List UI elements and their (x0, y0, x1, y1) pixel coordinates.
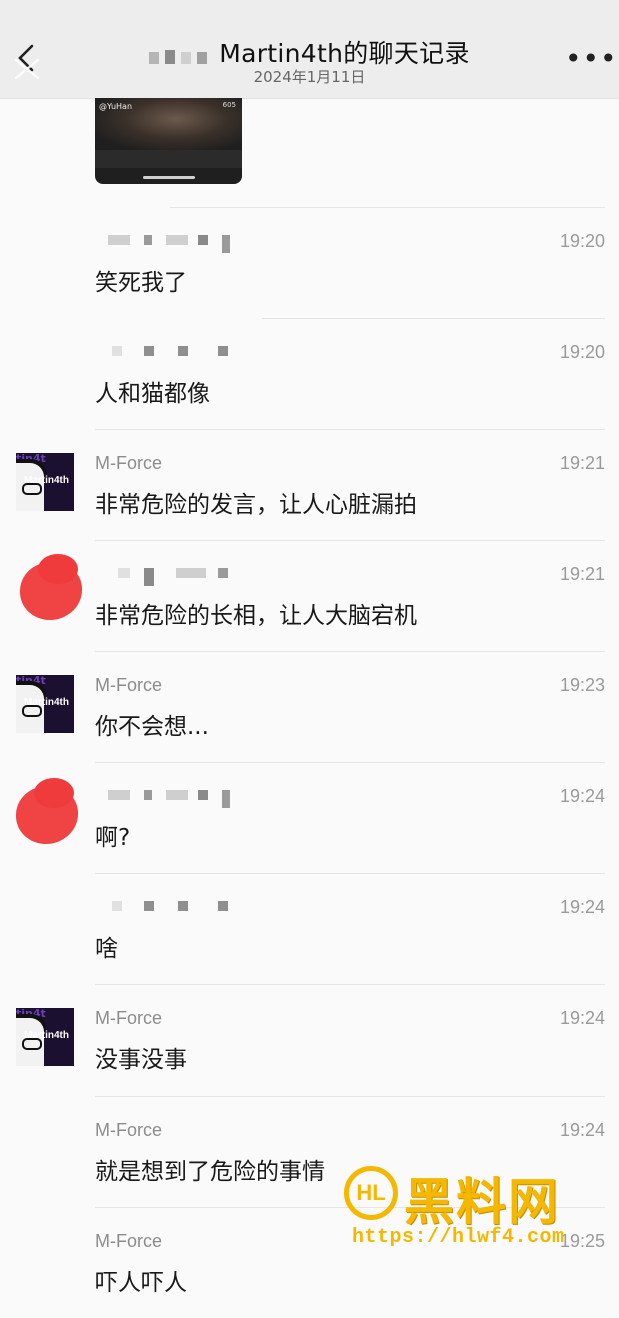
avatar-martin4th[interactable]: tin4tn4t n4tin4t Martin4th (16, 1008, 74, 1066)
page-title: Martin4th的聊天记录 (149, 34, 470, 70)
divider (95, 540, 605, 541)
sender-name: M-Force (95, 453, 162, 473)
divider (95, 1096, 605, 1097)
message-text: 没事没事 (95, 1047, 187, 1073)
watermark-url: https://hlwf4.com (352, 1226, 565, 1249)
site-watermark: HL 黑料网 https://hlwf4.com (344, 1164, 606, 1264)
avatar-redacted[interactable] (14, 778, 80, 848)
video-comment-bar (95, 150, 242, 168)
message-time: 19:24 (559, 1120, 605, 1140)
video-handle: @YuHan (99, 102, 133, 111)
divider (95, 429, 605, 430)
message-row[interactable]: 19:24 啊? (0, 762, 619, 873)
message-row[interactable]: 19:24 啥 (0, 873, 619, 984)
divider (95, 984, 605, 985)
message-time: 19:23 (559, 675, 605, 695)
message-time: 19:20 (559, 231, 605, 251)
message-time: 19:24 (559, 897, 605, 917)
message-row[interactable]: 19:20 人和猫都像 (0, 318, 619, 429)
chat-date: 2024年1月11日 (253, 68, 366, 86)
avatar-label: Martin4th (24, 475, 69, 486)
message-row[interactable]: 19:20 笑死我了 (0, 207, 619, 318)
more-dots-icon[interactable]: ••• (565, 44, 617, 74)
divider (95, 651, 605, 652)
message-row[interactable]: tin4tn4t n4tin4t Martin4th M-Force 19:21… (0, 429, 619, 540)
divider (95, 873, 605, 874)
message-text: 非常危险的长相，让人大脑宕机 (95, 603, 417, 629)
avatar-label: Martin4th (24, 1030, 69, 1041)
message-text: 啊? (95, 825, 131, 851)
title-text: Martin4th的聊天记录 (219, 39, 470, 68)
divider (262, 318, 605, 319)
message-time: 19:21 (559, 564, 605, 584)
divider (95, 762, 605, 763)
message-time: 19:20 (559, 342, 605, 362)
shared-video-card[interactable]: @YuHan 605 (95, 98, 242, 184)
message-text: 啥 (95, 936, 118, 962)
avatar-label: Martin4th (24, 697, 69, 708)
message-row[interactable]: tin4tn4t n4tin4t Martin4th M-Force 19:23… (0, 651, 619, 762)
message-text: 笑死我了 (95, 270, 187, 296)
sender-name: M-Force (95, 675, 162, 695)
message-text: 你不会想... (95, 714, 209, 740)
watermark-logo: HL (344, 1166, 398, 1220)
chat-header: Martin4th的聊天记录 2024年1月11日 ••• (0, 0, 619, 99)
message-row[interactable]: 19:21 非常危险的长相，让人大脑宕机 (0, 540, 619, 651)
message-row[interactable]: tin4tn4t n4tin4t Martin4th M-Force 19:24… (0, 984, 619, 1095)
message-text: 非常危险的发言，让人心脏漏拍 (95, 492, 417, 518)
divider (170, 207, 605, 208)
message-time: 19:21 (559, 453, 605, 473)
message-text: 就是想到了危险的事情 (95, 1159, 325, 1185)
watermark-title: 黑料网 (404, 1173, 560, 1231)
message-text: 吓人吓人 (95, 1270, 187, 1296)
sender-name: M-Force (95, 1008, 162, 1028)
sender-name: M-Force (95, 1231, 162, 1251)
video-count: 605 (222, 101, 236, 109)
message-text: 人和猫都像 (95, 381, 210, 407)
avatar-martin4th[interactable]: tin4tn4t n4tin4t Martin4th (16, 675, 74, 733)
sender-name: M-Force (95, 1120, 162, 1140)
home-indicator (143, 176, 195, 179)
message-time: 19:24 (559, 1008, 605, 1028)
message-time: 19:24 (559, 786, 605, 806)
avatar-redacted[interactable] (18, 554, 84, 624)
avatar-martin4th[interactable]: tin4tn4t n4tin4t Martin4th (16, 453, 74, 511)
